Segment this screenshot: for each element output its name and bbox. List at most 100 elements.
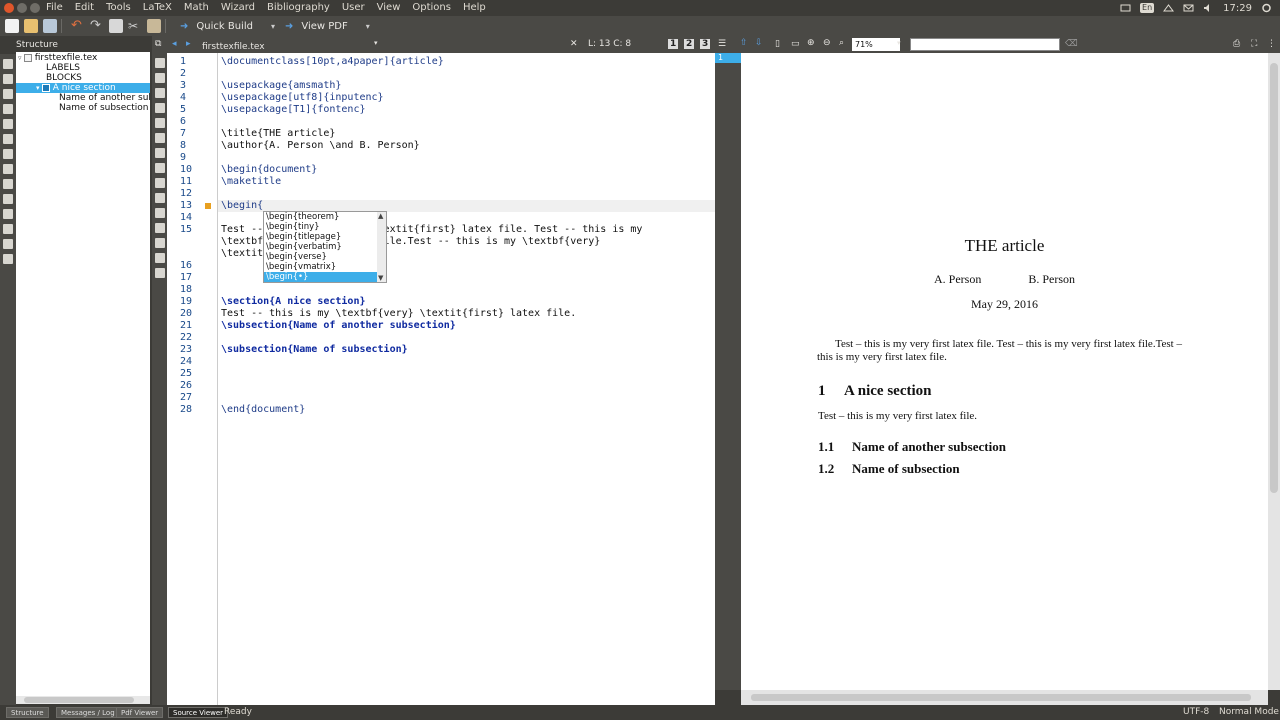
keyboard-icon[interactable] xyxy=(1120,3,1131,13)
superscript-icon[interactable] xyxy=(155,238,165,248)
cyrillic-letters-icon[interactable] xyxy=(3,149,13,159)
encoding-indicator[interactable]: UTF-8 xyxy=(1183,707,1209,717)
clock[interactable]: 17:29 xyxy=(1223,3,1252,14)
tree-item-section[interactable]: ▾ A nice section xyxy=(16,83,150,93)
tree-item-blocks[interactable]: BLOCKS xyxy=(46,73,82,83)
newline-icon[interactable] xyxy=(155,193,165,203)
chevron-down-icon[interactable]: ▾ xyxy=(366,22,370,31)
font-size-icon[interactable] xyxy=(155,88,165,98)
pstricks-icon[interactable] xyxy=(3,209,13,219)
arrow-symbols-icon[interactable] xyxy=(3,89,13,99)
save-file-icon[interactable] xyxy=(43,19,57,33)
completion-item-selected[interactable]: \begin{•} xyxy=(264,272,378,282)
zoom-in-icon[interactable]: ⊕ xyxy=(807,38,815,48)
doc-list-icon[interactable]: ⧉ xyxy=(155,39,161,49)
fraction-icon[interactable] xyxy=(155,253,165,263)
greek-letters-icon[interactable] xyxy=(3,134,13,144)
paste-icon[interactable] xyxy=(147,19,161,33)
menu-wizard[interactable]: Wizard xyxy=(215,0,261,16)
recent-symbols-icon[interactable] xyxy=(3,194,13,204)
menu-view[interactable]: View xyxy=(371,0,407,16)
page-number-badge[interactable]: 1 xyxy=(715,53,741,63)
magnifier-icon[interactable]: ⌕ xyxy=(839,38,844,48)
emphasis-icon[interactable] xyxy=(155,133,165,143)
asymptote-icon[interactable] xyxy=(3,254,13,264)
fullscreen-icon[interactable]: ⛶ xyxy=(1251,39,1257,49)
menu-edit[interactable]: Edit xyxy=(69,0,100,16)
menu-file[interactable]: File xyxy=(40,0,69,16)
pdf-page[interactable]: THE article A. Person B. Person May 29, … xyxy=(741,53,1268,690)
tab-messages-log[interactable]: Messages / Log xyxy=(56,707,120,718)
tab-structure[interactable]: Structure xyxy=(6,707,49,718)
toc-icon[interactable]: ☰ xyxy=(718,39,726,49)
align-left-icon[interactable] xyxy=(155,148,165,158)
pdf-search-input[interactable] xyxy=(910,38,1060,51)
completion-item[interactable]: \begin{titlepage} xyxy=(264,232,378,242)
chevron-down-icon[interactable]: ▾ xyxy=(897,39,901,47)
network-icon[interactable] xyxy=(1163,3,1175,13)
completion-item[interactable]: \begin{tiny} xyxy=(264,222,378,232)
zoom-select[interactable]: 71% xyxy=(852,38,900,51)
bookmark-1-icon[interactable]: 1 xyxy=(668,39,679,49)
back-arrow-icon[interactable]: ◂ xyxy=(172,39,177,49)
page-up-icon[interactable]: ⇧ xyxy=(740,38,748,48)
menu-latex[interactable]: LaTeX xyxy=(137,0,178,16)
align-center-icon[interactable] xyxy=(155,163,165,173)
undo-icon[interactable]: ↶ xyxy=(71,19,85,33)
scroll-thumb[interactable] xyxy=(751,694,1251,701)
tikz-icon[interactable] xyxy=(3,239,13,249)
new-file-icon[interactable] xyxy=(5,19,19,33)
tree-item-subsection[interactable]: Name of another subsection xyxy=(59,93,150,103)
mail-icon[interactable] xyxy=(1183,3,1194,13)
completion-item[interactable]: \begin{theorem} xyxy=(264,212,378,222)
special-characters-icon[interactable] xyxy=(3,164,13,174)
math-mode-icon[interactable] xyxy=(155,208,165,218)
bookmark-3-icon[interactable]: 3 xyxy=(700,39,711,49)
zoom-out-icon[interactable]: ⊖ xyxy=(823,38,831,48)
pdf-vertical-scrollbar[interactable] xyxy=(1268,53,1280,690)
ref-icon[interactable] xyxy=(155,73,165,83)
pdf-options-icon[interactable]: ⋮ xyxy=(1267,39,1276,49)
tab-pdf-viewer[interactable]: Pdf Viewer xyxy=(116,707,164,718)
fit-width-icon[interactable]: ▭ xyxy=(791,39,800,49)
tab-source-viewer[interactable]: Source Viewer xyxy=(168,707,229,718)
forward-arrow-icon[interactable]: ▸ xyxy=(186,39,191,49)
completion-item[interactable]: \begin{vmatrix} xyxy=(264,262,378,272)
pdf-horizontal-scrollbar[interactable] xyxy=(741,690,1268,705)
print-icon[interactable]: ⎙ xyxy=(1233,39,1240,49)
settings-gear-icon[interactable] xyxy=(1261,3,1272,13)
fold-marker-icon[interactable] xyxy=(205,203,211,209)
scroll-down-icon[interactable]: ▼ xyxy=(378,274,383,282)
favorites-icon[interactable] xyxy=(3,179,13,189)
window-maximize-button[interactable] xyxy=(30,3,40,13)
misc-symbols-icon[interactable] xyxy=(3,104,13,114)
code-editor[interactable]: \documentclass[10pt,a4paper]{article} \u… xyxy=(218,53,715,705)
copy-icon[interactable] xyxy=(109,19,123,33)
menu-user[interactable]: User xyxy=(336,0,371,16)
menu-math[interactable]: Math xyxy=(178,0,215,16)
scroll-up-icon[interactable]: ▲ xyxy=(378,212,383,220)
scroll-thumb[interactable] xyxy=(1270,63,1278,493)
tree-item-subsection[interactable]: Name of subsection xyxy=(59,103,148,113)
subscript-icon[interactable] xyxy=(155,223,165,233)
bookmark-2-icon[interactable]: 2 xyxy=(684,39,695,49)
page-down-icon[interactable]: ⇩ xyxy=(755,38,763,48)
metapost-icon[interactable] xyxy=(3,224,13,234)
relation-symbols-icon[interactable] xyxy=(3,74,13,84)
language-indicator[interactable]: En xyxy=(1140,3,1155,13)
tree-horizontal-scrollbar[interactable] xyxy=(16,696,150,704)
chevron-down-icon[interactable]: ▾ xyxy=(374,39,378,47)
completion-item[interactable]: \begin{verse} xyxy=(264,252,378,262)
view-pdf-button[interactable]: ➜ View PDF ▾ xyxy=(285,21,370,32)
delimiters-icon[interactable] xyxy=(3,119,13,129)
italic-icon[interactable] xyxy=(155,118,165,128)
bold-icon[interactable] xyxy=(155,103,165,113)
window-close-button[interactable] xyxy=(4,3,14,13)
window-minimize-button[interactable] xyxy=(17,3,27,13)
menu-options[interactable]: Options xyxy=(406,0,457,16)
menu-bibliography[interactable]: Bibliography xyxy=(261,0,336,16)
cut-icon[interactable]: ✂ xyxy=(128,19,142,33)
redo-icon[interactable]: ↷ xyxy=(90,19,104,33)
volume-icon[interactable] xyxy=(1203,3,1214,13)
sqrt-icon[interactable] xyxy=(155,268,165,278)
